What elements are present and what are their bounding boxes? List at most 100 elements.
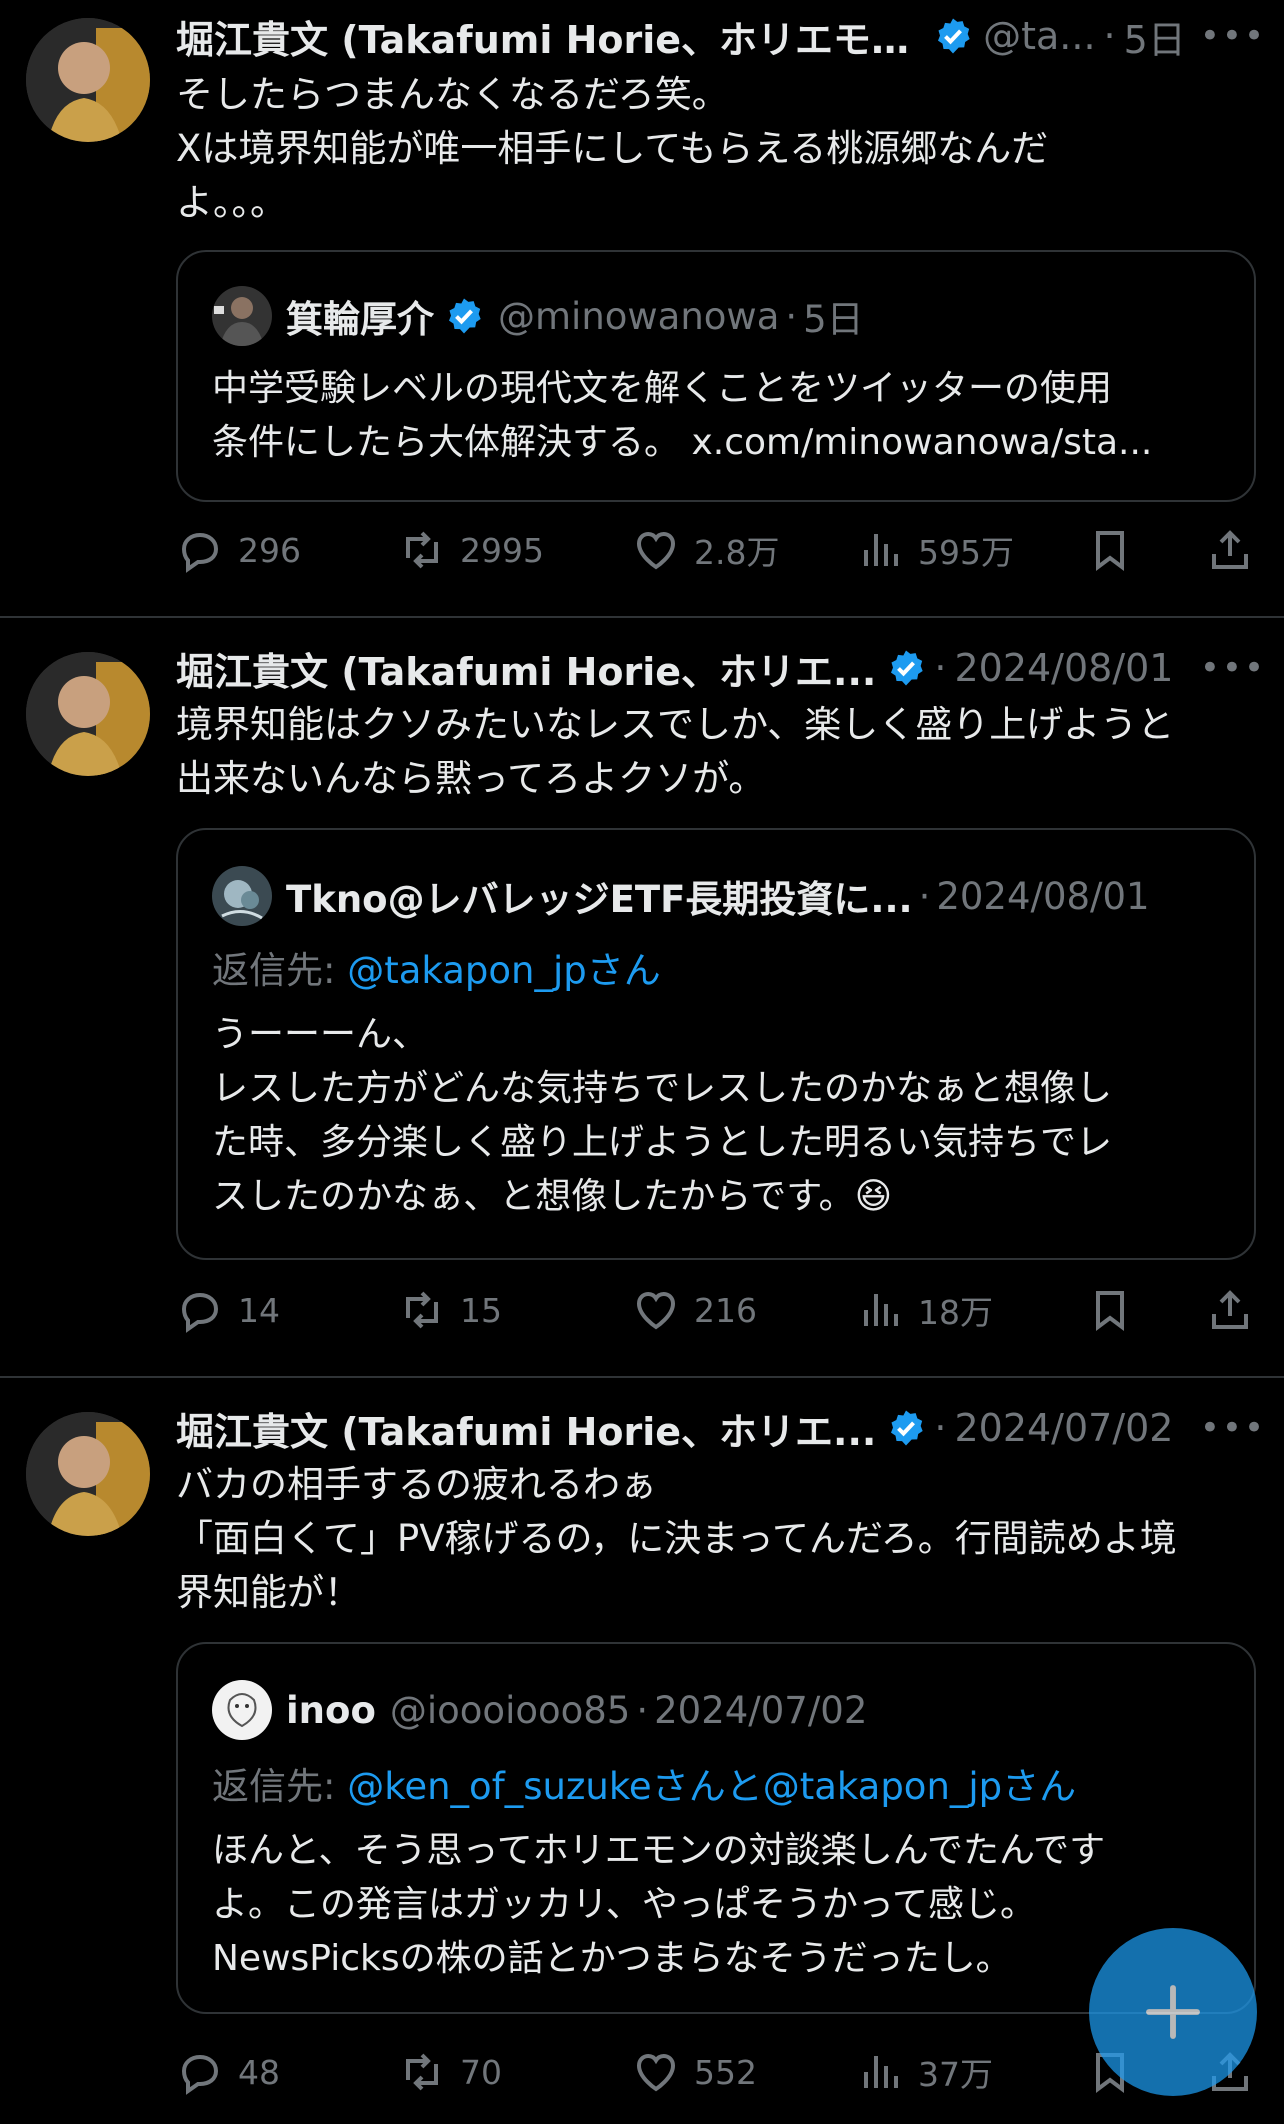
- tweet[interactable]: 堀江貴文 (Takafumi Horie、ホリエモン) @ta... · 5日 …: [0, 0, 1284, 618]
- tweet[interactable]: 堀江貴文 (Takafumi Horie、ホリエ... · 2024/08/01…: [0, 618, 1284, 1378]
- tweet-text: 境界知能はクソみたいなレスでしか、楽しく盛り上げようと 出来ないんなら黙ってろよ…: [176, 698, 1246, 806]
- like-count: 552: [694, 2052, 757, 2092]
- quoted-text-line: よ。この発言はガッカリ、やっぱそうかって感じ。: [212, 1884, 1037, 1925]
- reply-to-line: 返信先: @ken_of_suzukeさんと@takapon_jpさん: [212, 1756, 1076, 1810]
- separator-dot: ·: [1103, 14, 1116, 58]
- retweet-count: 70: [460, 2052, 502, 2092]
- quoted-timestamp: 2024/07/02: [654, 1688, 868, 1732]
- quoted-text-line: レスした方がどんな気持ちでレスしたのかなぁと想像し: [212, 1068, 1113, 1109]
- retweet-button[interactable]: 2995: [398, 520, 544, 580]
- quoted-author-handle: @minowanowa: [498, 294, 780, 338]
- tweet-text-line: バカの相手するの疲れるわぁ: [176, 1463, 657, 1506]
- reply-icon: [181, 1292, 219, 1333]
- reply-button[interactable]: 296: [176, 520, 301, 580]
- author-name[interactable]: 堀江貴文 (Takafumi Horie、ホリエモン): [176, 9, 923, 64]
- retweet-icon: [406, 1291, 438, 1329]
- like-count: 216: [694, 1290, 757, 1330]
- quoted-tweet[interactable]: 箕輪厚介 @minowanowa · 5日 中学受験レベルの現代文を解くことをツ…: [176, 250, 1256, 502]
- tweet-header: 堀江貴文 (Takafumi Horie、ホリエ... · 2024/07/02…: [176, 1402, 1266, 1454]
- views-icon: [864, 2056, 898, 2088]
- author-avatar[interactable]: [26, 18, 150, 142]
- avatar-image: [26, 1412, 150, 1536]
- like-count: 2.8万: [694, 533, 780, 572]
- share-button[interactable]: [1206, 520, 1254, 580]
- verified-icon: [449, 298, 481, 334]
- retweet-count: 15: [460, 1290, 502, 1330]
- bookmark-button[interactable]: [1086, 1280, 1134, 1340]
- author-avatar[interactable]: [26, 652, 150, 776]
- timestamp[interactable]: 2024/08/01: [954, 646, 1173, 690]
- verified-icon: [938, 18, 970, 54]
- quoted-text-line: スしたのかなぁ、と想像したからです。😆: [212, 1176, 893, 1217]
- quoted-author-avatar: [212, 1680, 272, 1740]
- reply-count: 296: [238, 530, 301, 570]
- avatar-image: [26, 652, 150, 776]
- retweet-button[interactable]: 15: [398, 1280, 502, 1340]
- share-button[interactable]: [1206, 1280, 1254, 1340]
- bookmark-button[interactable]: [1086, 520, 1134, 580]
- quoted-text-line: た時、多分楽しく盛り上げようとした明るい気持ちでレ: [212, 1122, 1113, 1163]
- tweet-text-line: 界知能が！: [176, 1571, 361, 1614]
- reply-count: 14: [238, 1290, 280, 1330]
- timestamp[interactable]: 5日: [1124, 9, 1186, 64]
- like-button[interactable]: 2.8万: [632, 520, 779, 580]
- like-button[interactable]: 552: [632, 2042, 757, 2102]
- retweet-icon: [406, 531, 438, 569]
- quoted-tweet-text: うーーーん、 レスした方がどんな気持ちでレスしたのかなぁと想像し た時、多分楽し…: [212, 1008, 1222, 1224]
- reply-to-label: 返信先:: [212, 949, 348, 992]
- compose-button[interactable]: [1089, 1928, 1257, 2096]
- timestamp[interactable]: 2024/07/02: [954, 1406, 1173, 1450]
- quoted-author-handle: @ioooiooo85: [389, 1688, 631, 1732]
- retweet-button[interactable]: 70: [398, 2042, 502, 2102]
- reply-button[interactable]: 48: [176, 2042, 280, 2102]
- views-count: 37万: [918, 2055, 993, 2094]
- share-icon: [1212, 1290, 1248, 1329]
- quoted-tweet-text: ほんと、そう思ってホリエモンの対談楽しんでたんです よ。この発言はガッカリ、やっ…: [212, 1824, 1222, 1986]
- verified-icon: [891, 650, 924, 686]
- views-button[interactable]: 37万: [856, 2042, 993, 2102]
- reply-to-mentions[interactable]: @takapon_jpさん: [347, 949, 660, 992]
- verified-icon: [891, 1410, 924, 1446]
- views-icon: [864, 1294, 898, 1326]
- tweet-text-line: Xは境界知能が唯一相手にしてもらえる桃源郷なんだ: [176, 127, 1049, 170]
- quoted-tweet-text: 中学受験レベルの現代文を解くことをツイッターの使用 条件にしたら大体解決する。 …: [212, 362, 1222, 470]
- quoted-text-line: NewsPicksの株の話とかつまらなそうだったし。: [212, 1938, 1012, 1979]
- tweet-header: 堀江貴文 (Takafumi Horie、ホリエ... · 2024/08/01…: [176, 642, 1266, 694]
- more-options-icon[interactable]: •••: [1186, 648, 1266, 688]
- like-icon: [636, 2053, 676, 2092]
- reply-to-mentions[interactable]: @ken_of_suzukeさんと@takapon_jpさん: [347, 1765, 1076, 1808]
- like-button[interactable]: 216: [632, 1280, 757, 1340]
- more-options-icon[interactable]: •••: [1186, 1408, 1266, 1448]
- quoted-author-name: 箕輪厚介: [286, 298, 434, 341]
- views-button[interactable]: 18万: [856, 1280, 993, 1340]
- quoted-text-line: 条件にしたら大体解決する。 x.com/minowanowa/sta...: [212, 422, 1153, 463]
- quoted-tweet-header: 箕輪厚介 @minowanowa · 5日: [212, 286, 1214, 346]
- separator-dot: ·: [934, 1406, 947, 1450]
- quoted-text-line: ほんと、そう思ってホリエモンの対談楽しんでたんです: [212, 1830, 1106, 1871]
- share-icon: [1212, 530, 1248, 569]
- reply-button[interactable]: 14: [176, 1280, 280, 1340]
- quoted-timestamp: 5日: [803, 298, 864, 341]
- more-options-icon[interactable]: •••: [1186, 16, 1266, 56]
- quoted-tweet[interactable]: inoo @ioooiooo85 · 2024/07/02 返信先: @ken_…: [176, 1642, 1256, 2014]
- retweet-count: 2995: [460, 530, 544, 570]
- reply-to-label: 返信先:: [212, 1765, 348, 1808]
- quoted-author-avatar: [212, 866, 272, 926]
- reply-count: 48: [238, 2052, 280, 2092]
- author-avatar[interactable]: [26, 1412, 150, 1536]
- separator-dot: ·: [934, 646, 947, 690]
- tweet-header: 堀江貴文 (Takafumi Horie、ホリエモン) @ta... · 5日 …: [176, 10, 1266, 62]
- views-button[interactable]: 595万: [856, 520, 1014, 580]
- quoted-tweet[interactable]: Tkno@レバレッジETF長期投資に... · 2024/08/01 返信先: …: [176, 828, 1256, 1260]
- quoted-tweet-header: inoo @ioooiooo85 · 2024/07/02: [212, 1680, 1214, 1740]
- tweet-text-line: 「面白くて」PV稼げるの，に決まってんだろ。行間読めよ境: [176, 1517, 1177, 1560]
- views-count: 18万: [918, 1293, 993, 1332]
- bookmark-icon: [1096, 531, 1124, 571]
- tweet-text: バカの相手するの疲れるわぁ 「面白くて」PV稼げるの，に決まってんだろ。行間読め…: [176, 1458, 1246, 1620]
- author-handle[interactable]: @ta...: [983, 14, 1095, 58]
- tweet-text: そしたらつまんなくなるだろ笑。 Xは境界知能が唯一相手にしてもらえる桃源郷なんだ…: [176, 68, 1246, 230]
- quoted-timestamp: 2024/08/01: [936, 874, 1150, 918]
- author-name[interactable]: 堀江貴文 (Takafumi Horie、ホリエ...: [176, 641, 876, 696]
- author-name[interactable]: 堀江貴文 (Takafumi Horie、ホリエ...: [176, 1401, 876, 1456]
- quoted-tweet-header: Tkno@レバレッジETF長期投資に... · 2024/08/01: [212, 866, 1214, 926]
